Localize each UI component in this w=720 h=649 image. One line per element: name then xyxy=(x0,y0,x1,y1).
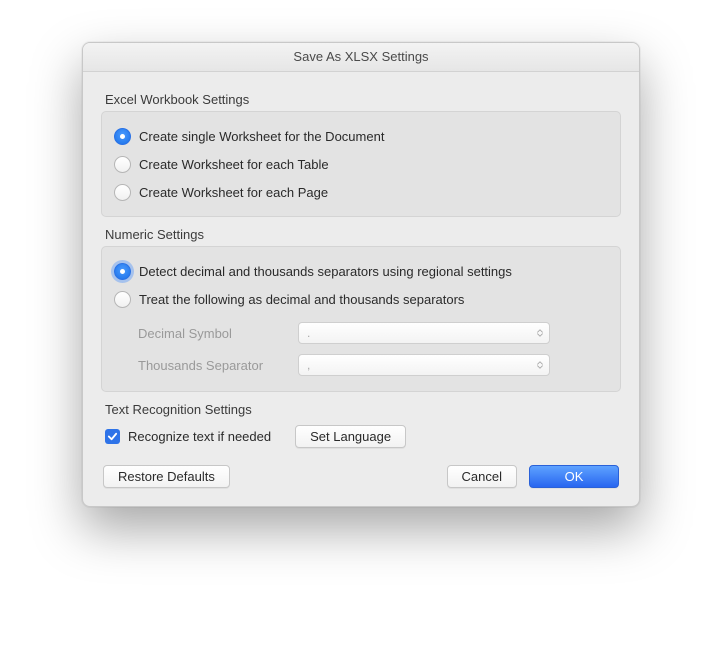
excel-option-each-page[interactable]: Create Worksheet for each Page xyxy=(114,178,608,206)
dialog-window: Save As XLSX Settings Excel Workbook Set… xyxy=(82,42,640,507)
cancel-button[interactable]: Cancel xyxy=(447,465,517,488)
radio-icon xyxy=(114,184,131,201)
chevron-updown-icon xyxy=(531,355,549,375)
text-recognition-row: Recognize text if needed Set Language xyxy=(101,421,621,451)
excel-heading: Excel Workbook Settings xyxy=(105,92,621,107)
dialog-footer: Restore Defaults Cancel OK xyxy=(101,461,621,492)
excel-group: Create single Worksheet for the Document… xyxy=(101,111,621,217)
dialog-title: Save As XLSX Settings xyxy=(83,43,639,72)
radio-icon xyxy=(114,128,131,145)
thousands-separator-select[interactable]: , xyxy=(298,354,550,376)
thousands-separator-row: Thousands Separator , xyxy=(114,349,608,381)
excel-option-single[interactable]: Create single Worksheet for the Document xyxy=(114,122,608,150)
restore-defaults-button[interactable]: Restore Defaults xyxy=(103,465,230,488)
radio-label: Treat the following as decimal and thous… xyxy=(139,292,464,307)
numeric-group: Detect decimal and thousands separators … xyxy=(101,246,621,392)
chevron-updown-icon xyxy=(531,323,549,343)
dialog-body: Excel Workbook Settings Create single Wo… xyxy=(83,72,639,506)
radio-label: Create Worksheet for each Page xyxy=(139,185,328,200)
set-language-button[interactable]: Set Language xyxy=(295,425,406,448)
select-value: , xyxy=(307,358,310,372)
excel-option-each-table[interactable]: Create Worksheet for each Table xyxy=(114,150,608,178)
select-value: . xyxy=(307,326,310,340)
numeric-option-detect[interactable]: Detect decimal and thousands separators … xyxy=(114,257,608,285)
decimal-symbol-label: Decimal Symbol xyxy=(114,326,298,341)
radio-label: Create single Worksheet for the Document xyxy=(139,129,384,144)
numeric-heading: Numeric Settings xyxy=(105,227,621,242)
thousands-separator-label: Thousands Separator xyxy=(114,358,298,373)
recognize-text-checkbox[interactable] xyxy=(105,429,120,444)
numeric-option-treat[interactable]: Treat the following as decimal and thous… xyxy=(114,285,608,313)
text-recognition-heading: Text Recognition Settings xyxy=(105,402,621,417)
radio-icon xyxy=(114,156,131,173)
radio-icon xyxy=(114,291,131,308)
radio-icon xyxy=(114,263,131,280)
recognize-text-label: Recognize text if needed xyxy=(128,429,271,444)
decimal-symbol-select[interactable]: . xyxy=(298,322,550,344)
radio-label: Detect decimal and thousands separators … xyxy=(139,264,512,279)
decimal-symbol-row: Decimal Symbol . xyxy=(114,317,608,349)
ok-button[interactable]: OK xyxy=(529,465,619,488)
radio-label: Create Worksheet for each Table xyxy=(139,157,329,172)
